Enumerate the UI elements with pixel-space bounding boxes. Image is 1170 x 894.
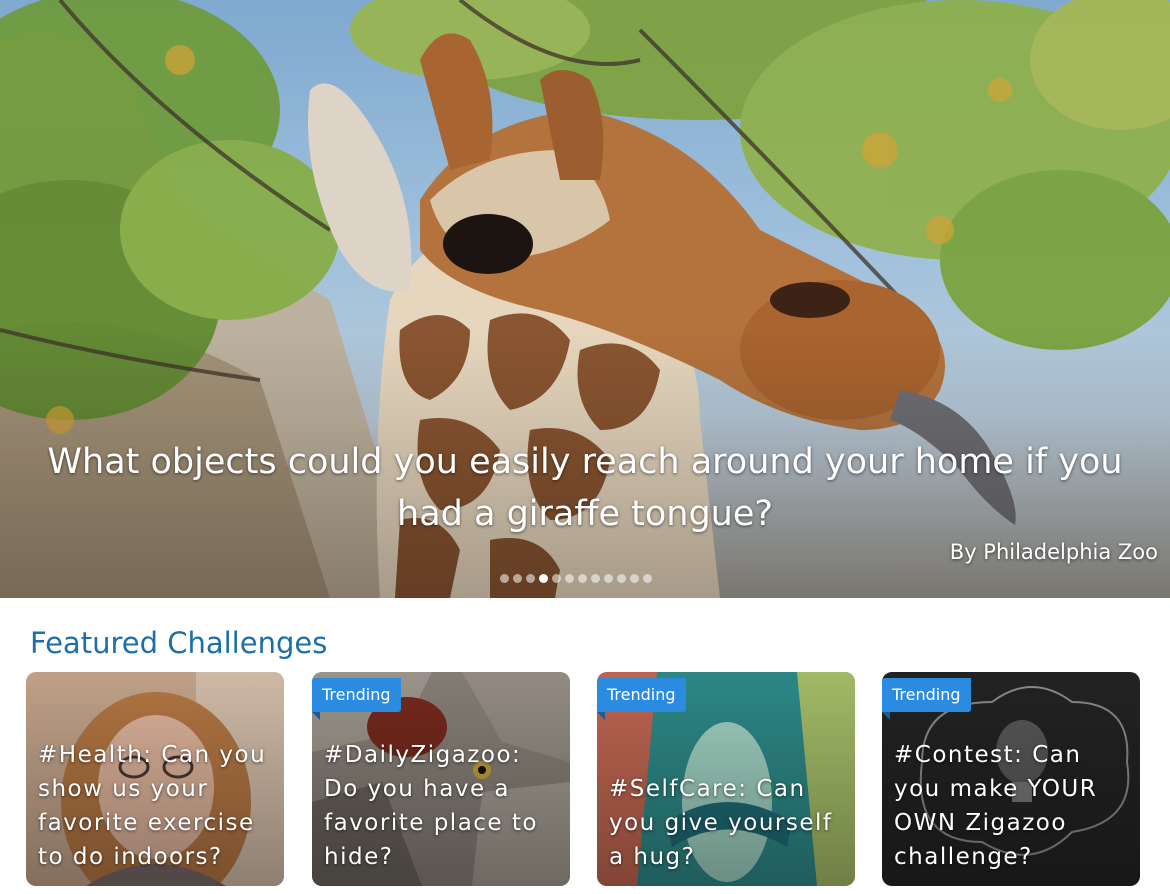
challenge-card-dailyzigazoo[interactable]: Trending #DailyZigazoo: Do you have a fa… (312, 672, 570, 886)
carousel-dot[interactable] (643, 574, 652, 583)
hero-question[interactable]: What objects could you easily reach arou… (20, 436, 1150, 540)
trending-badge: Trending (312, 678, 401, 720)
challenge-title: #DailyZigazoo: Do you have a favorite pl… (324, 742, 538, 870)
carousel-dot[interactable] (526, 574, 535, 583)
carousel-dot[interactable] (513, 574, 522, 583)
challenge-title: #Health: Can you show us your favorite e… (38, 742, 267, 870)
challenge-card-health[interactable]: #Health: Can you show us your favorite e… (26, 672, 284, 886)
hero-credit: By Philadelphia Zoo (949, 540, 1158, 564)
carousel-dot[interactable] (552, 574, 561, 583)
carousel-dot[interactable] (617, 574, 626, 583)
trending-badge: Trending (882, 678, 971, 720)
carousel-dot[interactable] (591, 574, 600, 583)
featured-challenges-list: #Health: Can you show us your favorite e… (26, 672, 1146, 886)
challenge-title: #SelfCare: Can you give yourself a hug? (609, 776, 833, 870)
carousel-dot[interactable] (578, 574, 587, 583)
featured-challenges-heading: Featured Challenges (30, 626, 328, 660)
challenge-card-contest[interactable]: Trending #Contest: Can you make YOUR OWN… (882, 672, 1140, 886)
carousel-dot[interactable] (565, 574, 574, 583)
carousel-dots (500, 574, 652, 583)
challenge-title: #Contest: Can you make YOUR OWN Zigazoo … (894, 742, 1098, 870)
carousel-dot[interactable] (630, 574, 639, 583)
challenge-card-selfcare[interactable]: Trending #SelfCare: Can you give yoursel… (597, 672, 855, 886)
trending-badge: Trending (597, 678, 686, 720)
carousel-dot[interactable] (604, 574, 613, 583)
carousel-dot[interactable] (539, 574, 548, 583)
carousel-dot[interactable] (500, 574, 509, 583)
hero-banner[interactable]: What objects could you easily reach arou… (0, 0, 1170, 598)
